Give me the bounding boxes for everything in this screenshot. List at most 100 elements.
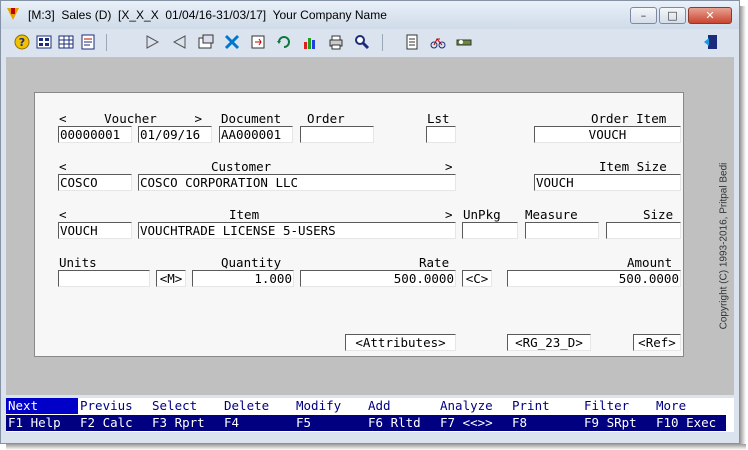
item-size-field[interactable]: VOUCH	[534, 174, 681, 191]
m-button[interactable]: <M>	[156, 270, 186, 287]
ref-button[interactable]: <Ref>	[633, 334, 681, 351]
grid-icon[interactable]	[36, 34, 52, 50]
fkey-shortcut-label[interactable]: F3 Rprt	[150, 415, 222, 431]
customer-prev-marker[interactable]: <	[59, 159, 67, 174]
window-shadow-bottom	[6, 444, 746, 450]
fkey-f3[interactable]: Select F3 Rprt	[150, 398, 222, 432]
export-icon[interactable]	[250, 34, 266, 50]
voucher-number-field[interactable]: 00000001	[58, 126, 132, 143]
measure-field[interactable]	[525, 222, 599, 239]
c-button[interactable]: <C>	[462, 270, 492, 287]
properties-icon[interactable]	[198, 34, 214, 50]
fkey-action-label[interactable]: Filter	[582, 398, 654, 414]
document-field[interactable]: AA000001	[219, 126, 293, 143]
fkey-f8[interactable]: Print F8	[510, 398, 582, 432]
item-prev-marker[interactable]: <	[59, 207, 67, 222]
exit-icon[interactable]	[703, 34, 719, 50]
print-icon[interactable]	[328, 34, 344, 50]
units-header: Units	[59, 255, 97, 270]
maximize-icon: □	[667, 9, 678, 22]
table-icon[interactable]	[58, 34, 74, 50]
rg23d-button[interactable]: <RG_23_D>	[507, 334, 591, 351]
measure-header: Measure	[525, 207, 578, 222]
fkey-shortcut-label[interactable]: F10 Exec	[654, 415, 726, 431]
fkey-f4[interactable]: Delete F4	[222, 398, 294, 432]
fkey-action-label[interactable]: More	[654, 398, 726, 414]
copyright-vertical: Copyright (C) 1993-2016, Pritpal Bedi	[717, 111, 731, 381]
size-field[interactable]	[606, 222, 681, 239]
fkey-f10[interactable]: More F10 Exec	[654, 398, 726, 432]
settings-icon[interactable]	[456, 34, 472, 50]
previous-icon[interactable]	[172, 34, 188, 50]
customer-next-marker[interactable]: >	[445, 159, 453, 174]
fkey-f1[interactable]: Next F1 Help	[6, 398, 78, 432]
unpkg-field[interactable]	[462, 222, 518, 239]
fkey-action-label[interactable]: Delete	[222, 398, 294, 414]
chart-icon[interactable]	[302, 34, 318, 50]
application-window: [M:3] Sales (D) [X_X_X 01/04/16-31/03/17…	[0, 0, 740, 444]
next-icon[interactable]	[144, 34, 160, 50]
app-logo-icon[interactable]	[7, 8, 19, 20]
function-key-bar: Next F1 Help Previus F2 Calc Select F3 Rprt…	[6, 398, 734, 432]
voucher-date-field[interactable]: 01/09/16	[138, 126, 212, 143]
item-code-field[interactable]: VOUCH	[58, 222, 132, 239]
tools-icon[interactable]	[224, 34, 240, 50]
report-icon[interactable]	[80, 34, 96, 50]
customer-code-field[interactable]: COSCO	[58, 174, 132, 191]
order-field[interactable]	[300, 126, 374, 143]
help-icon[interactable]: ?	[14, 34, 30, 50]
bicycle-icon[interactable]	[430, 34, 446, 50]
fkey-shortcut-label[interactable]: F7 <<>>	[438, 415, 510, 431]
size-header: Size	[643, 207, 674, 222]
amount-field[interactable]: 500.0000	[507, 270, 681, 287]
client-area: < Voucher > Document Order Lst Order Ite…	[6, 57, 734, 395]
fkey-f5[interactable]: Modify F5	[294, 398, 366, 432]
fkey-action-label[interactable]: Analyze	[438, 398, 510, 414]
rate-header: Rate	[419, 255, 450, 270]
customer-header: Customer	[211, 159, 272, 174]
toolbar-separator	[106, 34, 107, 51]
fkey-shortcut-label[interactable]: F2 Calc	[78, 415, 150, 431]
attributes-button[interactable]: <Attributes>	[345, 334, 456, 351]
fkey-f7[interactable]: Analyze F7 <<>>	[438, 398, 510, 432]
fkey-action-label[interactable]: Modify	[294, 398, 366, 414]
fkey-shortcut-label[interactable]: F8	[510, 415, 582, 431]
units-field[interactable]	[58, 270, 150, 287]
fkey-f2[interactable]: Previus F2 Calc	[78, 398, 150, 432]
fkey-f9[interactable]: Filter F9 SRpt	[582, 398, 654, 432]
document-header: Document	[221, 111, 282, 126]
zoom-icon[interactable]	[354, 34, 370, 50]
copyright-text: Copyright (C) 1993-2016, Pritpal Bedi	[718, 162, 730, 330]
order-item-header: Order Item	[591, 111, 667, 126]
fkey-action-label[interactable]: Select	[150, 398, 222, 414]
rate-field[interactable]: 500.0000	[300, 270, 456, 287]
fkey-shortcut-label[interactable]: F5	[294, 415, 366, 431]
refresh-icon[interactable]	[276, 34, 292, 50]
fkey-action-label[interactable]: Add	[366, 398, 438, 414]
fkey-shortcut-label[interactable]: F6 Rltd	[366, 415, 438, 431]
lst-field[interactable]	[426, 126, 456, 143]
fkey-shortcut-label[interactable]: F9 SRpt	[582, 415, 654, 431]
close-button[interactable]: ✕	[688, 7, 732, 24]
fkey-shortcut-label[interactable]: F1 Help	[6, 415, 78, 431]
item-name-field[interactable]: VOUCHTRADE LICENSE 5-USERS	[138, 222, 456, 239]
item-header: Item	[229, 207, 260, 222]
title-bar[interactable]: [M:3] Sales (D) [X_X_X 01/04/16-31/03/17…	[1, 1, 739, 29]
minimize-button[interactable]: –	[630, 7, 657, 24]
order-item-field[interactable]: VOUCH	[534, 126, 681, 143]
lst-header: Lst	[427, 111, 450, 126]
maximize-button[interactable]: □	[659, 7, 686, 24]
window-title: [M:3] Sales (D) [X_X_X 01/04/16-31/03/17…	[28, 8, 387, 22]
fkey-action-label[interactable]: Next	[6, 398, 78, 414]
fkey-shortcut-label[interactable]: F4	[222, 415, 294, 431]
item-next-marker[interactable]: >	[445, 207, 453, 222]
item-size-header: Item Size	[599, 159, 667, 174]
quantity-field[interactable]: 1.000	[192, 270, 294, 287]
notes-icon[interactable]	[404, 34, 420, 50]
toolbar-separator	[382, 34, 383, 51]
fkey-action-label[interactable]: Print	[510, 398, 582, 414]
customer-name-field[interactable]: COSCO CORPORATION LLC	[138, 174, 456, 191]
fkey-action-label[interactable]: Previus	[78, 398, 150, 414]
sales-voucher-form: < Voucher > Document Order Lst Order Ite…	[34, 92, 684, 357]
fkey-f6[interactable]: Add F6 Rltd	[366, 398, 438, 432]
